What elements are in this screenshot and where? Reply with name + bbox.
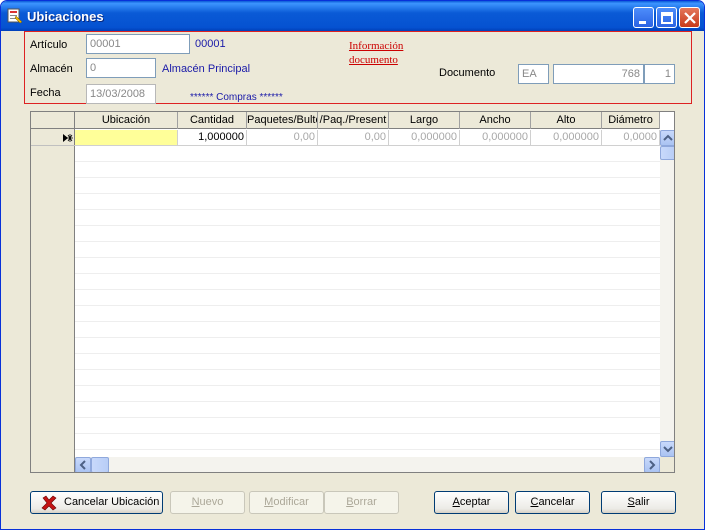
aceptar-label: ceptar — [459, 496, 491, 508]
nuevo-button[interactable]: Nuevo — [170, 491, 245, 514]
col-header-ancho[interactable]: Ancho — [460, 112, 531, 129]
informacion-documento-link[interactable]: Información documento — [349, 39, 403, 67]
documento-serie-field: EA — [518, 64, 549, 84]
modificar-mnemonic: M — [264, 496, 274, 508]
cell-cantidad[interactable]: 1,000000 — [178, 130, 247, 146]
nuevo-label: uevo — [199, 496, 224, 508]
vertical-scrollbar[interactable] — [660, 130, 674, 457]
tipo-documento-description: ****** Compras ****** — [190, 92, 283, 103]
documento-numero-field: 768 — [553, 64, 644, 84]
cancelar-label: ancelar — [538, 496, 575, 508]
salir-mnemonic: S — [627, 496, 635, 508]
cell-ubicacion[interactable] — [75, 130, 178, 146]
minimize-button[interactable] — [633, 7, 654, 28]
maximize-icon — [661, 12, 673, 24]
ubicaciones-window: Ubicaciones Artículo 00001 00001 Informa… — [0, 0, 705, 530]
salir-button[interactable]: Salir — [601, 491, 676, 514]
cancelar-button[interactable]: Cancelar — [515, 491, 590, 514]
app-icon — [7, 8, 23, 24]
col-header-cantidad[interactable]: Cantidad — [178, 112, 247, 129]
chevron-right-icon — [649, 460, 656, 470]
cell-paq-present[interactable]: 0,00 — [318, 130, 389, 146]
almacen-label: Almacén — [30, 63, 73, 75]
almacen-field[interactable]: 0 — [86, 58, 156, 78]
horizontal-scroll-thumb[interactable] — [91, 457, 109, 472]
fecha-field: 13/03/2008 — [86, 84, 156, 104]
vertical-scroll-thumb[interactable] — [660, 146, 674, 160]
borrar-button[interactable]: Borrar — [324, 491, 399, 514]
grid-corner — [31, 112, 75, 129]
new-row-pointer-icon — [63, 134, 73, 142]
grid-lines — [31, 146, 674, 456]
scroll-right-button[interactable] — [644, 457, 660, 472]
ubicaciones-grid[interactable]: Ubicación Cantidad Paquetes/Bulto /Paq./… — [30, 111, 675, 473]
close-icon — [684, 12, 696, 24]
info-link-line1: Información — [349, 40, 404, 52]
grid-header: Ubicación Cantidad Paquetes/Bulto /Paq./… — [75, 112, 660, 129]
scroll-corner — [660, 457, 674, 472]
cancelar-ubicacion-label: Cancelar Ubicación — [64, 496, 160, 508]
cell-paquetes-bulto[interactable]: 0,00 — [247, 130, 318, 146]
horizontal-scrollbar[interactable] — [75, 457, 660, 472]
info-link-line2: documento — [349, 54, 398, 66]
borrar-label: orrar — [353, 496, 377, 508]
fecha-label: Fecha — [30, 87, 61, 99]
almacen-description: Almacén Principal — [162, 63, 251, 75]
red-x-icon — [41, 495, 57, 511]
row-header-column — [31, 112, 75, 472]
scroll-down-button[interactable] — [660, 441, 674, 457]
minimize-icon — [639, 21, 646, 24]
documento-linea-field: 1 — [644, 64, 675, 84]
scroll-left-button[interactable] — [75, 457, 91, 472]
window-title: Ubicaciones — [27, 9, 104, 24]
col-header-largo[interactable]: Largo — [389, 112, 460, 129]
current-row-indicator[interactable] — [31, 130, 75, 146]
chevron-up-icon — [663, 134, 673, 141]
modificar-button[interactable]: Modificar — [249, 491, 324, 514]
nuevo-mnemonic: N — [191, 496, 200, 508]
cell-alto[interactable]: 0,000000 — [531, 130, 602, 146]
cell-largo[interactable]: 0,000000 — [389, 130, 460, 146]
col-header-ubicacion[interactable]: Ubicación — [75, 112, 178, 129]
aceptar-mnemonic: A — [452, 496, 460, 508]
chevron-left-icon — [79, 460, 86, 470]
borrar-mnemonic: B — [346, 496, 354, 508]
col-header-paquetes-bulto[interactable]: Paquetes/Bulto — [247, 112, 318, 129]
title-bar[interactable]: Ubicaciones — [1, 1, 704, 31]
col-header-alto[interactable]: Alto — [531, 112, 602, 129]
col-header-diametro[interactable]: Diámetro — [602, 112, 660, 129]
chevron-down-icon — [663, 446, 673, 453]
cancelar-ubicacion-button[interactable]: Cancelar Ubicación — [30, 491, 163, 514]
close-button[interactable] — [679, 7, 700, 28]
scroll-up-button[interactable] — [660, 130, 674, 146]
maximize-button[interactable] — [656, 7, 677, 28]
salir-label: alir — [634, 496, 650, 508]
modificar-label: odificar — [273, 496, 309, 508]
articulo-label: Artículo — [30, 39, 68, 51]
table-row[interactable]: 1,000000 0,00 0,00 0,000000 0,000000 0,0… — [75, 130, 660, 146]
cell-ancho[interactable]: 0,000000 — [460, 130, 531, 146]
articulo-field[interactable]: 00001 — [86, 34, 190, 54]
col-header-paq-present[interactable]: /Paq./Present — [318, 112, 389, 129]
aceptar-button[interactable]: Aceptar — [434, 491, 509, 514]
client-area: Artículo 00001 00001 Información documen… — [4, 31, 701, 527]
documento-label: Documento — [439, 67, 496, 79]
cell-diametro[interactable]: 0,0000 — [602, 130, 660, 146]
articulo-description: 00001 — [195, 38, 226, 50]
